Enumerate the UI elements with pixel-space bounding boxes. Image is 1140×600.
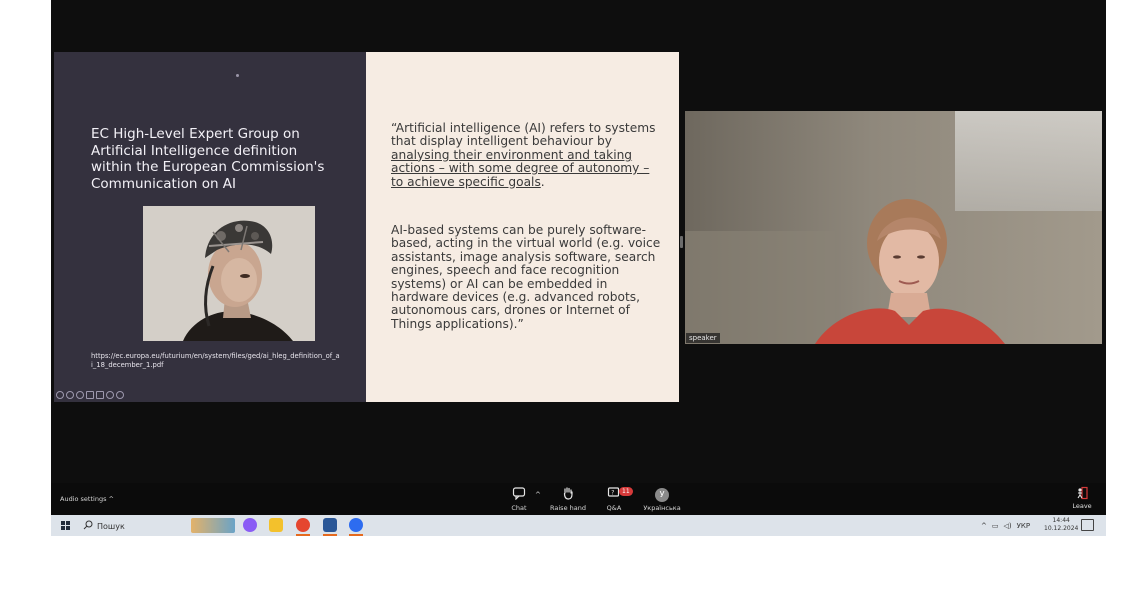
zoom-active-indicator: [349, 534, 363, 536]
more-options-icon[interactable]: [106, 391, 114, 399]
raise-hand-button[interactable]: Raise hand: [543, 486, 593, 512]
meeting-window: EC High-Level Expert Group on Artificial…: [51, 0, 1106, 536]
search-placeholder: Пошук: [97, 521, 125, 531]
language-label: Українська: [643, 504, 681, 512]
quote-underlined-text: analysing their environment and taking a…: [391, 147, 650, 189]
slide-controls: [56, 391, 124, 399]
volume-icon[interactable]: ◁): [1004, 522, 1012, 530]
language-avatar-icon: У: [634, 486, 690, 502]
speaker-video[interactable]: speaker: [685, 111, 1102, 344]
clock-time: 14:44: [1052, 517, 1070, 524]
quote-text-1: “Artificial intelligence (AI) refers to …: [391, 121, 656, 149]
leave-label: Leave: [1072, 502, 1092, 510]
language-avatar-letter: У: [655, 488, 669, 502]
weather-widget-icon[interactable]: [191, 518, 235, 533]
chevron-up-icon: ^: [108, 495, 114, 503]
search-icon: [83, 520, 93, 532]
meeting-toolbar: Audio settings ^ Chat ^ Raise hand ? 11 …: [51, 483, 1106, 515]
audio-settings-button[interactable]: Audio settings ^: [60, 495, 114, 503]
svg-text:?: ?: [611, 490, 614, 497]
network-icon[interactable]: ▭: [992, 522, 999, 530]
chat-label: Chat: [511, 504, 527, 512]
systems-quote: AI-based systems can be purely software-…: [391, 223, 661, 331]
leave-button[interactable]: Leave: [1064, 486, 1100, 510]
subtitles-icon[interactable]: [96, 391, 104, 399]
resize-handle[interactable]: [680, 236, 683, 248]
raise-hand-label: Raise hand: [550, 504, 586, 512]
definition-quote: “Artificial intelligence (AI) refers to …: [391, 121, 656, 189]
chat-options-chevron-icon[interactable]: ^: [535, 491, 541, 499]
word-active-indicator: [323, 534, 337, 536]
windows-taskbar: Пошук ^ ▭ ◁) УКР 14:44 10.12.2024: [51, 515, 1106, 536]
qa-button[interactable]: ? 11 Q&A: [589, 486, 639, 512]
windows-start-icon[interactable]: [61, 521, 70, 530]
system-tray: ^ ▭ ◁) УКР: [981, 519, 1030, 533]
slide-title: EC High-Level Expert Group on Artificial…: [91, 126, 325, 192]
taskbar-clock[interactable]: 14:44 10.12.2024: [1044, 517, 1078, 533]
zoom-icon[interactable]: [76, 391, 84, 399]
input-language[interactable]: УКР: [1017, 522, 1030, 530]
next-slide-icon[interactable]: [116, 391, 124, 399]
slide-right-panel: “Artificial intelligence (AI) refers to …: [366, 52, 679, 402]
chevron-up-icon[interactable]: ^: [981, 522, 987, 530]
qa-count-badge: 11: [619, 487, 633, 496]
clock-date: 10.12.2024: [1044, 525, 1079, 532]
previous-slide-icon[interactable]: [56, 391, 64, 399]
pen-icon[interactable]: [66, 391, 74, 399]
zoom-app-icon[interactable]: [349, 518, 363, 532]
leave-icon: [1064, 486, 1100, 502]
quote-end: .: [540, 174, 545, 189]
shared-slide: EC High-Level Expert Group on Artificial…: [54, 52, 679, 402]
chrome-icon[interactable]: [296, 518, 310, 532]
slide-dot: [236, 74, 239, 77]
slide-left-panel: EC High-Level Expert Group on Artificial…: [54, 52, 366, 402]
notification-icon[interactable]: [1081, 519, 1094, 531]
slide-source-url: https://ec.europa.eu/futurium/en/system/…: [91, 352, 340, 369]
chat-button[interactable]: Chat: [494, 486, 544, 512]
chrome-active-indicator: [296, 534, 310, 536]
robot-image: [143, 206, 315, 341]
audio-settings-label: Audio settings: [60, 495, 107, 503]
copilot-icon[interactable]: [243, 518, 257, 532]
speaker-label: speaker: [686, 333, 720, 343]
qa-label: Q&A: [606, 504, 622, 512]
word-icon[interactable]: [323, 518, 337, 532]
language-button[interactable]: У Українська: [634, 486, 690, 512]
hand-icon: [543, 486, 593, 502]
slides-grid-icon[interactable]: [86, 391, 94, 399]
file-explorer-icon[interactable]: [269, 518, 283, 532]
